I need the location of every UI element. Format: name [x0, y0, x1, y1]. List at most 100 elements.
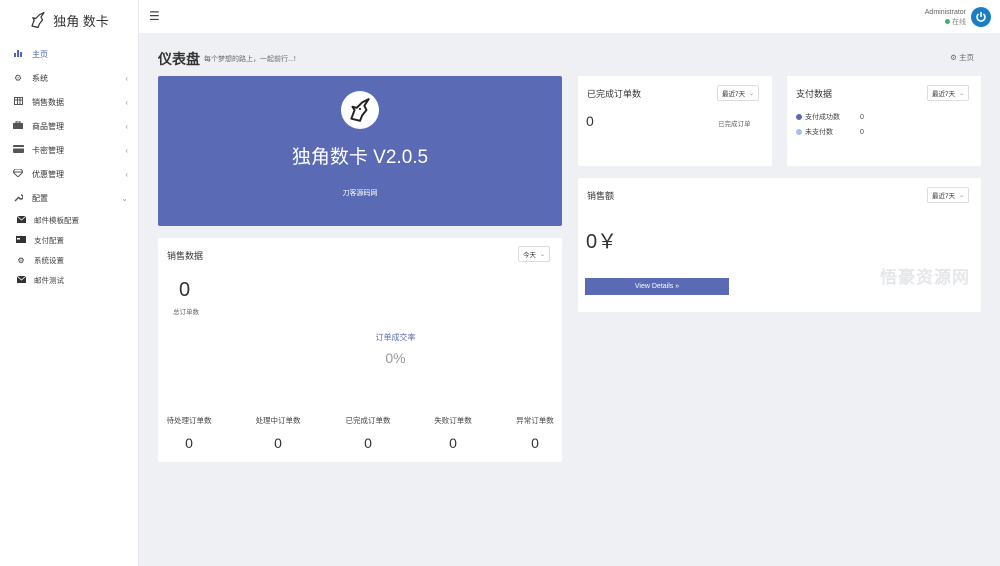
sales-filter[interactable]: 今天 ⌄: [518, 246, 551, 262]
cogs-icon: ⚙: [17, 255, 25, 265]
chevron-down-icon: ⌄: [121, 193, 128, 203]
order-rate-value: 0%: [385, 350, 406, 366]
completed-orders-label: 已完成订单: [718, 121, 751, 128]
power-icon: [976, 12, 986, 22]
sales-data-card: 销售数据 今天 ⌄ 0 总订单数 订单成交率 0% 待处理订单数 0 处理中订单数…: [158, 238, 562, 462]
brand[interactable]: 独角 数卡: [0, 0, 138, 40]
chevron-left-icon: ‹: [125, 169, 128, 179]
envelope-icon: [16, 275, 26, 285]
stat-value: 0: [364, 435, 372, 451]
stat-processing: 处理中订单数 0: [243, 415, 313, 451]
watermark: 悟豪资源网: [880, 268, 970, 287]
sidebar-item-label: 销售数据: [32, 97, 64, 107]
total-orders-label: 总订单数: [173, 309, 199, 316]
unicorn-logo-icon: [341, 91, 379, 129]
diamond-icon: [12, 168, 24, 179]
hero-subtitle: 刀客源码网: [342, 190, 378, 197]
chevron-down-icon: ⌄: [749, 90, 755, 97]
config-submenu: 邮件模板配置 支付配置 ⚙ 系统设置 邮件测试: [0, 210, 138, 290]
gear-icon: ⚙: [13, 72, 23, 83]
sidebar-nav: 主页 ⚙ 系统 ‹ 销售数据 ‹ 商品管理 ‹ 卡密管理 ‹ 优惠管理 ‹ 配置…: [0, 40, 138, 210]
sidebar-item-system[interactable]: ⚙ 系统 ‹: [0, 66, 138, 90]
sidebar-subitem-mail-test[interactable]: 邮件测试: [0, 270, 138, 290]
dashboard-icon: ⚙: [950, 53, 959, 62]
stat-label: 已完成订单数: [345, 416, 391, 425]
legend-label: 未支付数: [805, 129, 833, 136]
sidebar-subitem-payment-config[interactable]: 支付配置: [0, 230, 138, 250]
card-title: 已完成订单数: [587, 89, 642, 99]
card-title: 支付数据: [796, 89, 833, 99]
payment-success-row: 支付成功数 0: [796, 112, 864, 122]
payment-unpaid-row: 未支付数 0: [796, 127, 864, 137]
bar-chart-icon: [12, 49, 24, 59]
sidebar-item-config[interactable]: 配置 ⌄: [0, 186, 138, 210]
chevron-down-icon: ⌄: [959, 192, 965, 199]
sidebar-item-label: 优惠管理: [32, 169, 64, 179]
sidebar-item-coupons[interactable]: 优惠管理 ‹: [0, 162, 138, 186]
envelope-icon: [16, 215, 26, 225]
online-dot-icon: [945, 19, 950, 24]
legend-dot: [796, 114, 802, 120]
chevron-down-icon: ⌄: [540, 251, 546, 258]
filter-value: 最近7天: [722, 91, 746, 98]
hamburger-icon[interactable]: ☰: [149, 9, 160, 23]
chevron-left-icon: ‹: [125, 73, 128, 83]
sidebar-subitem-mail-template[interactable]: 邮件模板配置: [0, 210, 138, 230]
stat-value: 0: [449, 435, 457, 451]
payment-filter[interactable]: 最近7天 ⌄: [927, 85, 970, 101]
sidebar-item-sales-data[interactable]: 销售数据 ‹: [0, 90, 138, 114]
sales-amount-filter[interactable]: 最近7天 ⌄: [927, 187, 970, 203]
unicorn-logo-icon: [31, 11, 45, 29]
breadcrumb-home: 主页: [959, 53, 974, 62]
total-orders-value: 0: [179, 279, 191, 301]
stat-abnormal: 异常订单数 0: [500, 415, 570, 451]
completed-orders-card: 已完成订单数 最近7天 ⌄ 0 已完成订单: [578, 76, 772, 166]
sales-amount-value: 0￥: [586, 231, 618, 253]
sidebar-item-label: 卡密管理: [32, 145, 64, 155]
sidebar-item-products[interactable]: 商品管理 ‹: [0, 114, 138, 138]
chevron-left-icon: ‹: [125, 97, 128, 107]
stat-completed: 已完成订单数 0: [333, 415, 403, 451]
sidebar-subitem-label: 支付配置: [34, 235, 64, 245]
card-icon: [16, 235, 26, 245]
filter-value: 最近7天: [932, 193, 956, 200]
stat-label: 失败订单数: [434, 416, 472, 425]
stat-label: 异常订单数: [516, 416, 554, 425]
breadcrumb[interactable]: ⚙ 主页: [950, 52, 974, 63]
view-details-button[interactable]: View Details »: [585, 278, 729, 295]
button-label: View Details: [634, 283, 674, 290]
stat-failed: 失败订单数 0: [418, 415, 488, 451]
chevron-left-icon: ‹: [125, 121, 128, 131]
filter-value: 最近7天: [932, 91, 956, 98]
sales-amount-card: 销售额 最近7天 ⌄ 0￥ View Details »: [578, 178, 981, 312]
sidebar-item-label: 系统: [32, 73, 48, 83]
card-title: 销售额: [587, 191, 615, 201]
sidebar: 独角 数卡 主页 ⚙ 系统 ‹ 销售数据 ‹ 商品管理 ‹ 卡密管理 ‹ 优惠管…: [0, 0, 139, 566]
sidebar-item-cards[interactable]: 卡密管理 ‹: [0, 138, 138, 162]
user-info[interactable]: Administrator 在线: [925, 8, 966, 28]
filter-value: 今天: [523, 252, 536, 259]
table-icon: [12, 97, 24, 107]
payment-card: 支付数据 最近7天 ⌄ 支付成功数 0 未支付数 0: [787, 76, 981, 166]
wrench-icon: [12, 193, 24, 204]
sidebar-item-label: 主页: [32, 49, 48, 59]
credit-card-icon: [12, 145, 24, 155]
chevron-down-icon: ⌄: [959, 90, 965, 97]
avatar[interactable]: [971, 7, 991, 27]
card-title: 销售数据: [167, 251, 204, 261]
briefcase-icon: [12, 120, 24, 131]
sidebar-subitem-system-settings[interactable]: ⚙ 系统设置: [0, 250, 138, 270]
brand-name: 独角 数卡: [53, 13, 109, 29]
sidebar-item-label: 配置: [32, 193, 48, 203]
order-rate-label: 订单成交率: [375, 333, 416, 342]
stat-pending: 待处理订单数 0: [154, 415, 224, 451]
completed-orders-filter[interactable]: 最近7天 ⌄: [717, 85, 760, 101]
completed-orders-value: 0: [586, 113, 594, 129]
page-subtitle: 每个梦想的路上，一起前行...!: [204, 56, 296, 63]
sidebar-item-home[interactable]: 主页: [0, 42, 138, 66]
hero-title: 独角数卡 V2.0.5: [291, 147, 429, 168]
stat-value: 0: [274, 435, 282, 451]
stat-value: 0: [185, 435, 193, 451]
legend-value: 0: [860, 113, 864, 121]
stat-value: 0: [531, 435, 539, 451]
